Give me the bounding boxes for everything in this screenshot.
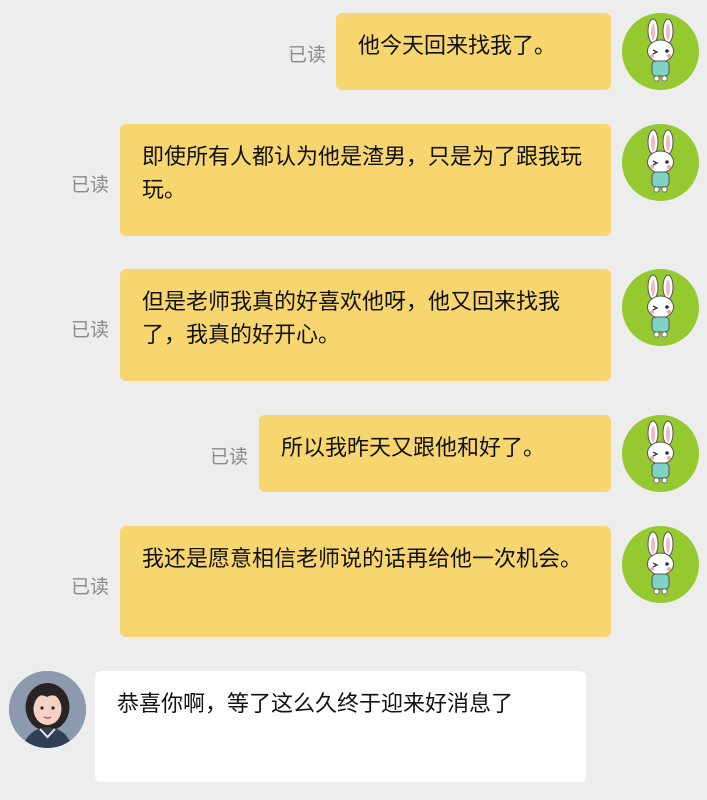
bunny-icon	[647, 129, 674, 193]
outgoing-message-bubble[interactable]: 即使所有人都认为他是渣男，只是为了跟我玩玩。	[120, 124, 611, 236]
message-text: 他今天回来找我了。	[358, 34, 557, 59]
message-text: 即使所有人都认为他是渣男，只是为了跟我玩玩。	[142, 145, 583, 203]
bunny-avatar[interactable]	[622, 526, 699, 603]
bunny-icon	[647, 18, 674, 82]
person-icon	[9, 671, 86, 748]
outgoing-message-bubble[interactable]: 所以我昨天又跟他和好了。	[259, 415, 611, 492]
outgoing-message-bubble[interactable]: 但是老师我真的好喜欢他呀，他又回来找我了，我真的好开心。	[120, 269, 611, 381]
message-text: 但是老师我真的好喜欢他呀，他又回来找我了，我真的好开心。	[142, 290, 561, 348]
read-receipt: 已读	[288, 44, 327, 66]
read-receipt: 已读	[71, 576, 110, 598]
bunny-avatar[interactable]	[622, 13, 699, 90]
bunny-icon	[647, 531, 674, 595]
read-receipt: 已读	[210, 446, 249, 468]
chat-thread[interactable]: 已读 他今天回来找我了。 已读 即使所有人都认为他是渣男，只是为了跟我玩玩。 已…	[0, 0, 707, 800]
outgoing-message-bubble[interactable]: 我还是愿意相信老师说的话再给他一次机会。	[120, 526, 611, 637]
read-receipt: 已读	[71, 174, 110, 196]
bunny-avatar[interactable]	[622, 124, 699, 201]
message-text: 我还是愿意相信老师说的话再给他一次机会。	[142, 547, 583, 572]
bunny-avatar[interactable]	[622, 269, 699, 346]
read-receipt: 已读	[71, 319, 110, 341]
outgoing-message-bubble[interactable]: 他今天回来找我了。	[336, 13, 611, 90]
bunny-avatar[interactable]	[622, 415, 699, 492]
bunny-icon	[647, 274, 674, 338]
message-text: 恭喜你啊，等了这么久终于迎来好消息了	[117, 692, 514, 717]
incoming-message-bubble[interactable]: 恭喜你啊，等了这么久终于迎来好消息了	[95, 671, 586, 782]
message-text: 所以我昨天又跟他和好了。	[281, 436, 546, 461]
teacher-avatar[interactable]	[9, 671, 86, 748]
bunny-icon	[647, 420, 674, 484]
